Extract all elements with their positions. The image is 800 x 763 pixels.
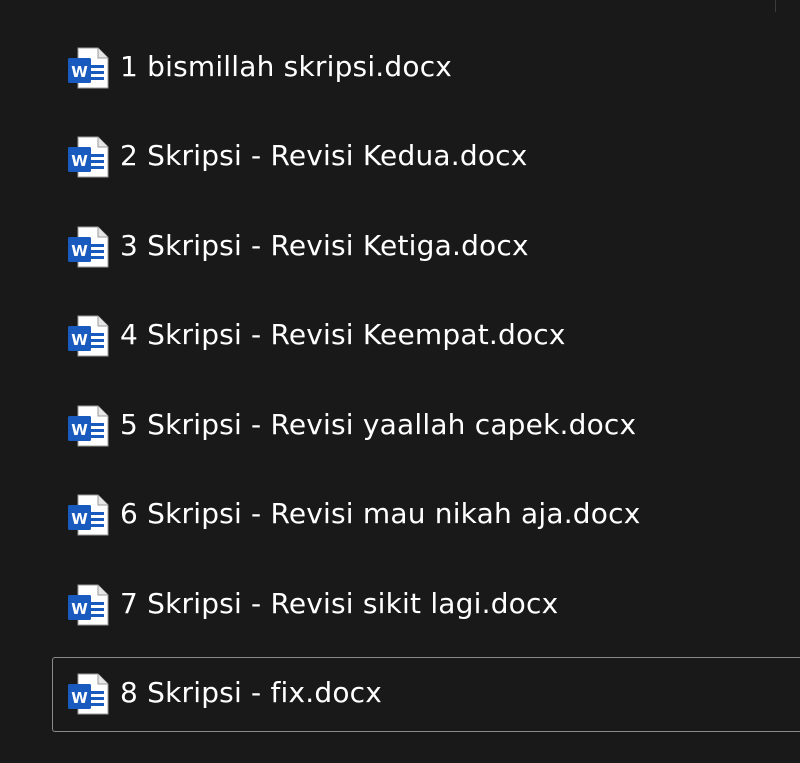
- word-document-icon: W: [68, 405, 109, 447]
- file-list: W 1 bismillah skripsi.docx W 2 Skripsi -…: [52, 23, 800, 732]
- file-item[interactable]: W 3 Skripsi - Revisi Ketiga.docx: [52, 202, 800, 292]
- svg-text:W: W: [71, 510, 88, 528]
- svg-text:W: W: [71, 421, 88, 439]
- word-document-icon: W: [68, 226, 109, 268]
- svg-text:W: W: [71, 242, 88, 260]
- file-name: 4 Skripsi - Revisi Keempat.docx: [120, 318, 566, 352]
- file-name: 7 Skripsi - Revisi sikit lagi.docx: [120, 586, 559, 620]
- word-document-icon: W: [68, 315, 109, 357]
- file-name: 8 Skripsi - fix.docx: [120, 676, 383, 709]
- file-item[interactable]: W 1 bismillah skripsi.docx: [52, 23, 800, 113]
- file-name: 2 Skripsi - Revisi Kedua.docx: [120, 139, 528, 173]
- file-name: 1 bismillah skripsi.docx: [120, 49, 453, 83]
- file-item[interactable]: W 2 Skripsi - Revisi Kedua.docx: [52, 113, 800, 203]
- svg-text:W: W: [71, 689, 88, 707]
- svg-text:W: W: [71, 63, 88, 81]
- svg-text:W: W: [71, 152, 88, 170]
- column-divider[interactable]: [775, 0, 776, 12]
- file-name: 5 Skripsi - Revisi yaallah capek.docx: [120, 407, 637, 441]
- file-name: 3 Skripsi - Revisi Ketiga.docx: [120, 228, 529, 262]
- word-document-icon: W: [68, 136, 109, 178]
- file-item[interactable]: W 7 Skripsi - Revisi sikit lagi.docx: [52, 560, 800, 650]
- file-item[interactable]: W 4 Skripsi - Revisi Keempat.docx: [52, 292, 800, 382]
- file-explorer-window: W 1 bismillah skripsi.docx W 2 Skripsi -…: [0, 0, 800, 763]
- svg-text:W: W: [71, 600, 88, 618]
- file-item[interactable]: W 5 Skripsi - Revisi yaallah capek.docx: [52, 381, 800, 471]
- file-name: 6 Skripsi - Revisi mau nikah aja.docx: [120, 497, 641, 531]
- word-document-icon: W: [68, 673, 109, 715]
- file-item-selected[interactable]: W 8 Skripsi - fix.docx: [52, 656, 800, 732]
- word-document-icon: W: [68, 584, 109, 626]
- word-document-icon: W: [68, 47, 109, 89]
- svg-text:W: W: [71, 331, 88, 349]
- file-item[interactable]: W 6 Skripsi - Revisi mau nikah aja.docx: [52, 471, 800, 561]
- word-document-icon: W: [68, 494, 109, 536]
